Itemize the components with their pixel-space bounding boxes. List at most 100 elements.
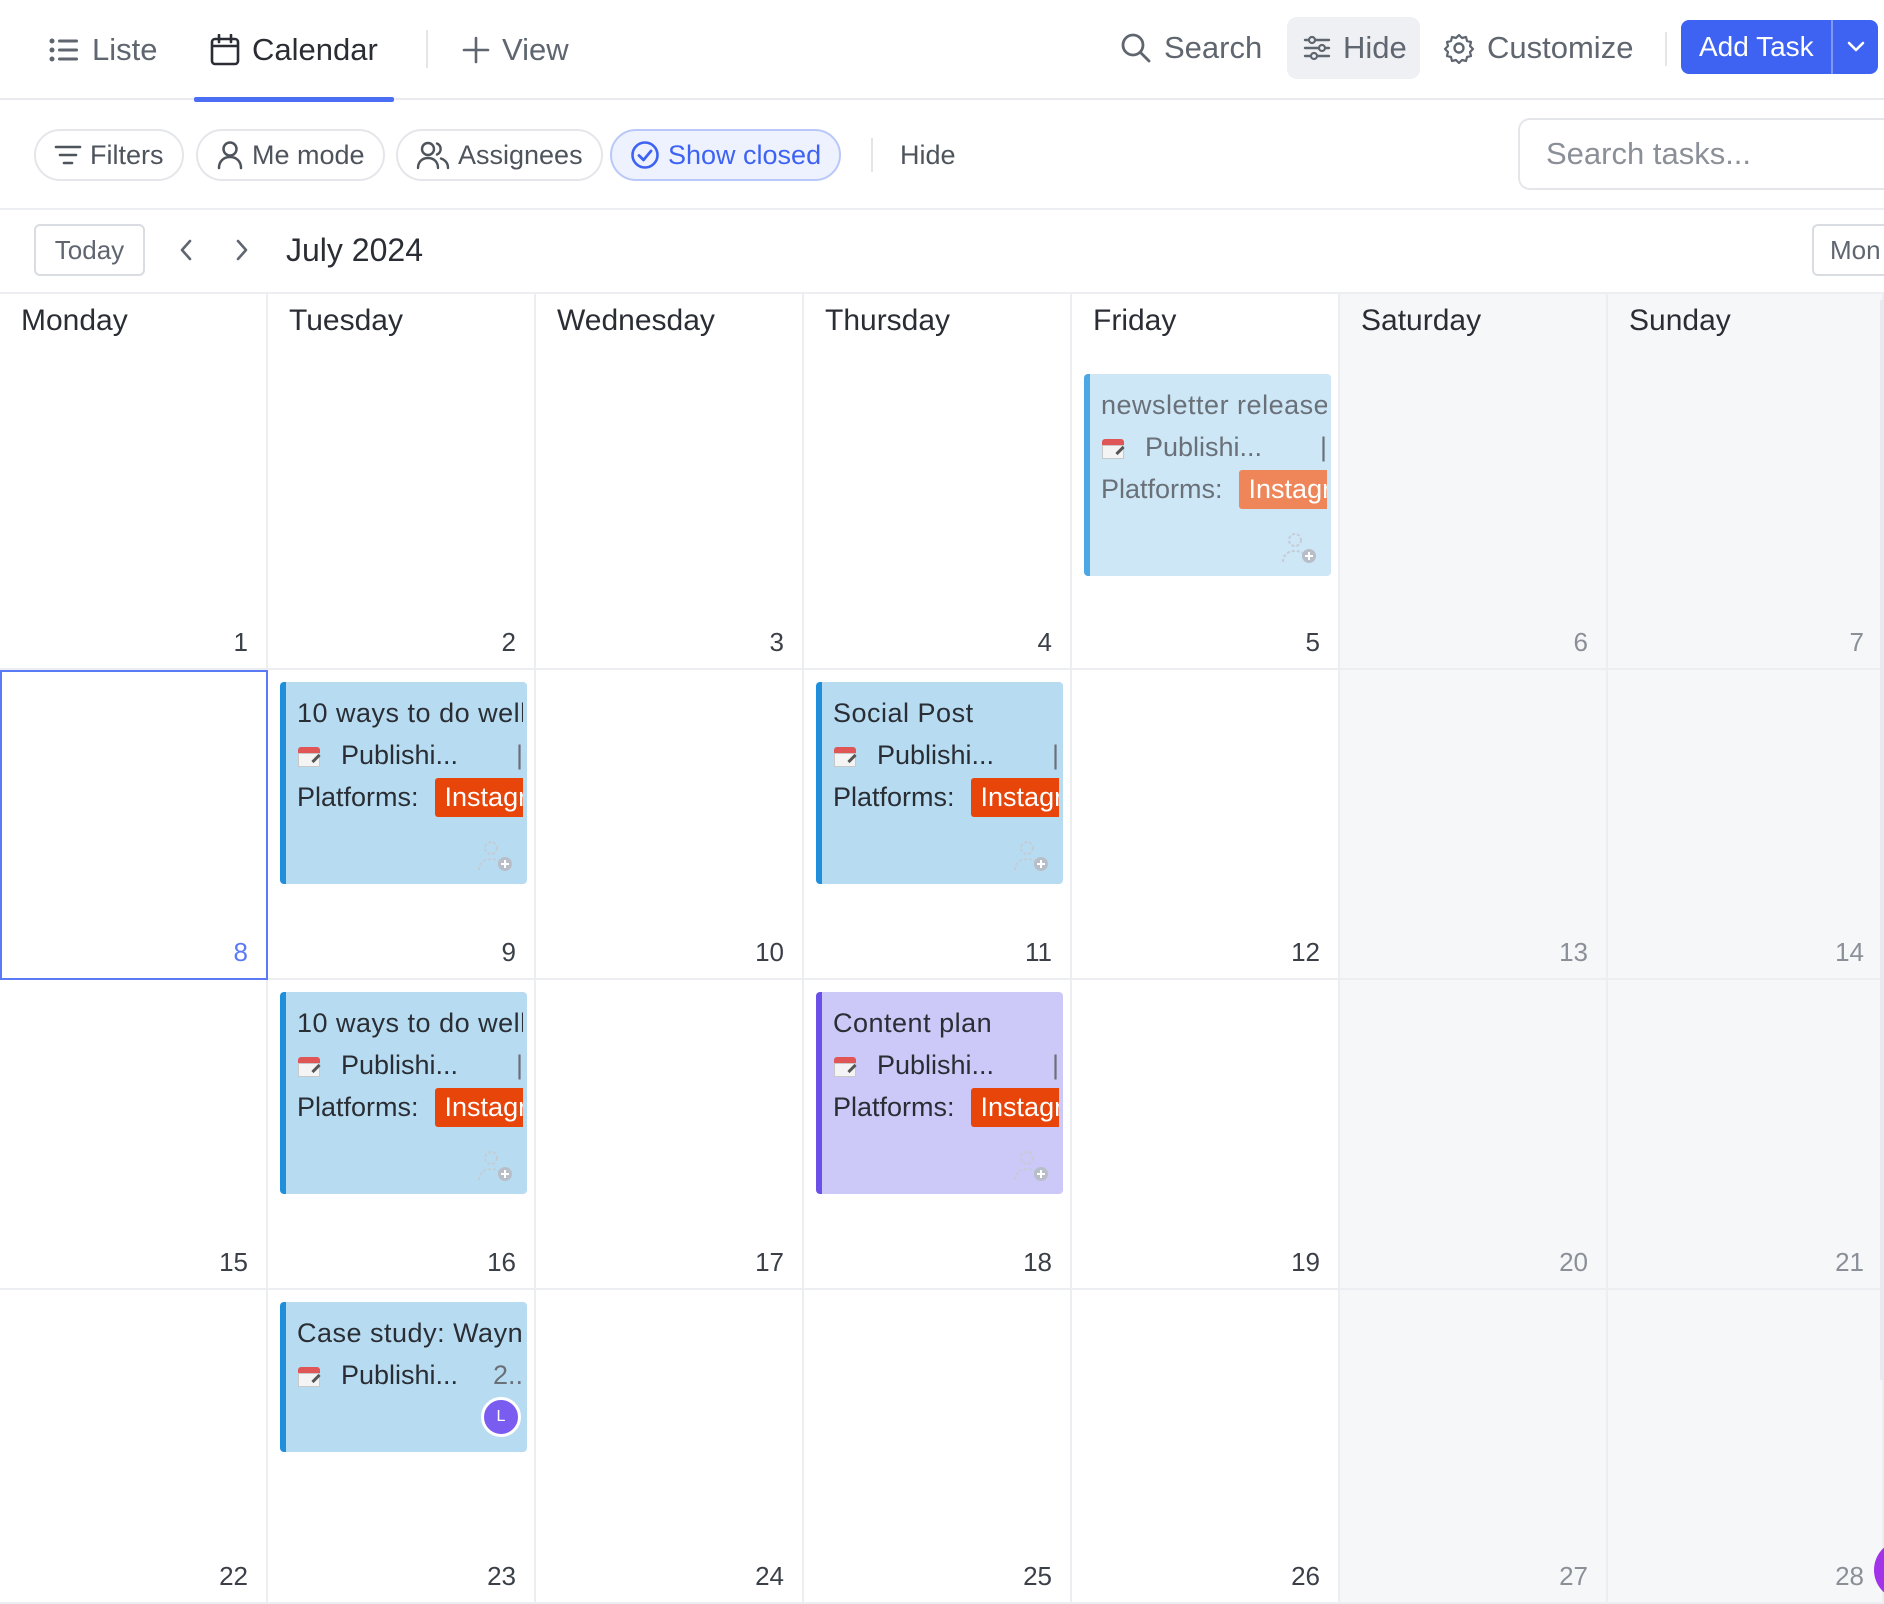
month-title: July 2024 <box>286 232 423 268</box>
calendar-day-cell[interactable]: 27 <box>1340 1290 1608 1604</box>
tab-calendar[interactable]: Calendar <box>194 0 394 102</box>
weekday-header: Friday <box>1093 304 1177 337</box>
platform-tag[interactable]: Instagram <box>434 778 523 817</box>
task-title: 10 ways to do well <box>297 698 523 728</box>
calendar-day-cell[interactable]: Thursday 4 <box>804 294 1072 670</box>
task-extra-field: | <box>1319 432 1327 462</box>
weekday-header: Tuesday <box>289 304 403 337</box>
platform-tag[interactable]: Instagram <box>434 1088 523 1127</box>
calendar-day-cell[interactable]: 21 <box>1608 980 1884 1290</box>
calendar-day-cell[interactable]: 14 <box>1608 670 1884 980</box>
tab-liste[interactable]: Liste <box>48 0 157 100</box>
list-icon <box>48 34 80 66</box>
task-title: Social Post <box>833 698 974 728</box>
chevron-down-icon[interactable] <box>1833 40 1878 54</box>
task-card[interactable]: Case study: Wayne Publishi... 2.. L <box>280 1302 527 1452</box>
assignees-button[interactable]: Assignees <box>396 129 603 181</box>
day-number: 1 <box>233 627 248 657</box>
tab-calendar-label: Calendar <box>252 32 378 67</box>
task-extra-field: 2.. <box>492 1360 523 1390</box>
search-button[interactable]: Search <box>1120 17 1262 79</box>
day-number: 24 <box>755 1561 784 1591</box>
date-navigation: Today July 2024 Mon <box>0 210 1884 294</box>
add-task-label: Add Task <box>1699 31 1814 62</box>
platform-tag[interactable]: Instagram <box>970 778 1059 817</box>
calendar-day-cell[interactable]: 22 <box>0 1290 268 1604</box>
calendar-day-cell[interactable]: Tuesday 2 <box>268 294 536 670</box>
filter-icon <box>54 143 82 167</box>
assignee-avatar[interactable]: L <box>481 1397 521 1437</box>
add-assignee-icon[interactable] <box>1009 1148 1053 1184</box>
calendar-day-cell[interactable]: Saturday 6 <box>1340 294 1608 670</box>
filter-bar: Filters Me mode Assignees Show closed Hi… <box>0 100 1884 210</box>
day-number: 3 <box>769 627 784 657</box>
add-task-button[interactable]: Add Task <box>1681 20 1878 74</box>
calendar-day-cell[interactable]: 20 <box>1340 980 1608 1290</box>
day-number: 18 <box>1023 1247 1052 1277</box>
day-number: 2 <box>501 627 516 657</box>
chevron-left-icon[interactable] <box>168 230 204 270</box>
search-icon <box>1120 32 1152 64</box>
add-assignee-icon[interactable] <box>473 1148 517 1184</box>
calendar-day-cell[interactable]: 24 <box>536 1290 804 1604</box>
chevron-right-icon[interactable] <box>224 230 260 270</box>
calendar-day-cell[interactable]: 25 <box>804 1290 1072 1604</box>
scrollbar[interactable] <box>1880 300 1884 1380</box>
calendar-day-cell[interactable]: 28 <box>1608 1290 1884 1604</box>
day-number: 4 <box>1037 627 1052 657</box>
task-platforms-row: Platforms: Instagram <box>297 778 523 817</box>
add-assignee-icon[interactable] <box>1009 838 1053 874</box>
day-number: 10 <box>755 937 784 967</box>
platform-tag[interactable]: Instagram <box>1238 470 1327 509</box>
platforms-label: Platforms: <box>833 782 955 812</box>
calendar-day-cell[interactable]: 12 <box>1072 670 1340 980</box>
add-view-button[interactable]: View <box>462 0 569 100</box>
task-card[interactable]: 10 ways to do well Publishi... | Platforms:… <box>280 992 527 1194</box>
task-extra-field: | <box>1051 1050 1059 1080</box>
add-assignee-icon[interactable] <box>473 838 517 874</box>
filter-hide-button[interactable]: Hide <box>900 140 956 171</box>
task-card[interactable]: 10 ways to do well Publishi... | Platforms:… <box>280 682 527 884</box>
weekday-header: Saturday <box>1361 304 1482 337</box>
calendar-emoji-icon <box>297 1364 321 1388</box>
filters-button[interactable]: Filters <box>34 129 184 181</box>
calendar-icon <box>210 34 240 66</box>
task-card[interactable]: Social Post Publishi... | Platforms: Instagr… <box>816 682 1063 884</box>
day-number: 22 <box>219 1561 248 1591</box>
calendar-day-cell[interactable]: 17 <box>536 980 804 1290</box>
search-tasks-input[interactable] <box>1518 118 1884 190</box>
today-button[interactable]: Today <box>34 224 145 276</box>
calendar-day-cell[interactable]: 19 <box>1072 980 1340 1290</box>
view-mode-dropdown[interactable]: Mon <box>1812 224 1884 276</box>
task-title: newsletter release <box>1101 390 1327 420</box>
calendar-day-cell[interactable]: 15 <box>0 980 268 1290</box>
calendar-day-cell[interactable]: 13 <box>1340 670 1608 980</box>
add-assignee-icon[interactable] <box>1277 530 1321 566</box>
task-title: 10 ways to do well <box>297 1008 523 1038</box>
weekday-header: Wednesday <box>557 304 715 337</box>
calendar-day-cell[interactable]: Sunday 7 <box>1608 294 1884 670</box>
calendar-day-cell[interactable]: Monday 1 <box>0 294 268 670</box>
show-closed-toggle[interactable]: Show closed <box>610 129 842 181</box>
task-title: Content plan <box>833 1008 993 1038</box>
calendar-day-cell[interactable]: 26 <box>1072 1290 1340 1604</box>
users-icon <box>416 140 450 170</box>
tab-divider <box>426 30 428 68</box>
hide-button[interactable]: Hide <box>1287 17 1420 79</box>
calendar-day-cell[interactable]: Wednesday 3 <box>536 294 804 670</box>
weekday-header: Sunday <box>1629 304 1731 337</box>
task-card[interactable]: Content plan Publishi... | Platforms: Instag… <box>816 992 1063 1194</box>
task-platforms-row: Platforms: Instagram <box>833 1088 1059 1127</box>
weekday-header: Monday <box>21 304 128 337</box>
filters-label: Filters <box>90 139 164 170</box>
platform-tag[interactable]: Instagram <box>970 1088 1059 1127</box>
task-status: Publishi... <box>877 1050 995 1080</box>
calendar-day-cell[interactable]: 10 <box>536 670 804 980</box>
day-number: 8 <box>233 937 248 967</box>
day-number: 9 <box>501 937 516 967</box>
calendar-emoji-icon <box>833 744 857 768</box>
customize-button[interactable]: Customize <box>1443 17 1633 79</box>
me-mode-button[interactable]: Me mode <box>196 129 385 181</box>
task-card[interactable]: newsletter release Publishi... | Platforms:… <box>1084 374 1331 576</box>
calendar-day-cell[interactable]: 8 <box>0 670 268 980</box>
